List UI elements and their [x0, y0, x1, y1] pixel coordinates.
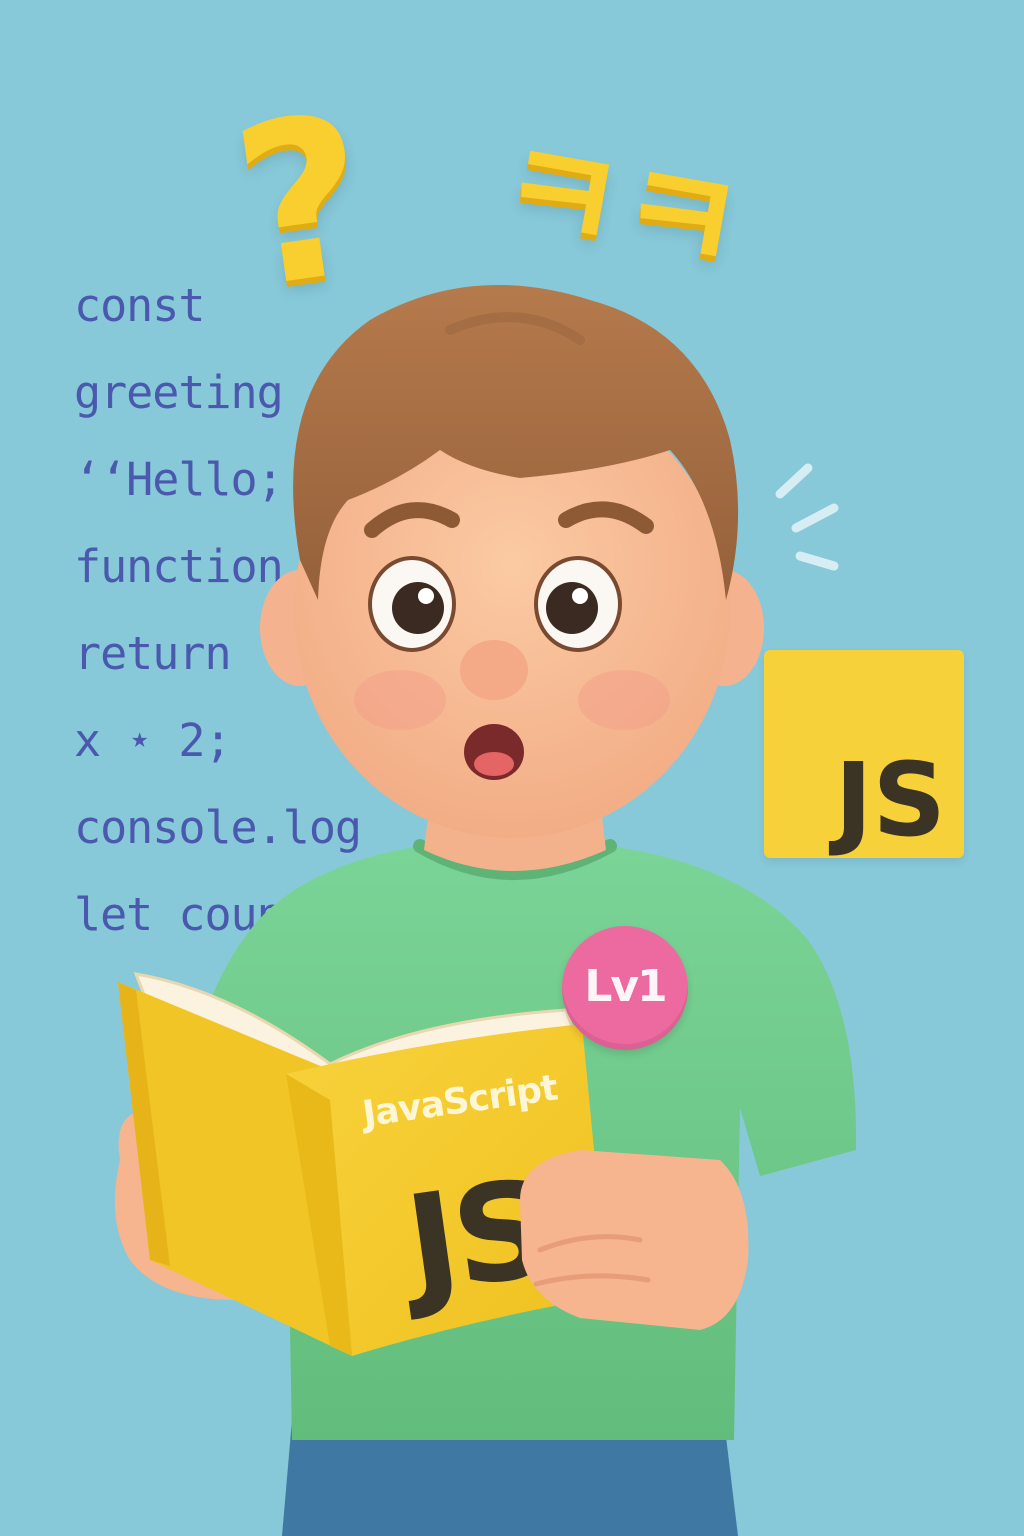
nose	[460, 640, 528, 700]
eye-left	[368, 556, 456, 652]
level-label: Lv1	[584, 960, 667, 1012]
eye-right	[534, 556, 622, 652]
book-js-logo: JS	[397, 1150, 557, 1324]
level-pin-badge: Lv1	[562, 926, 688, 1050]
surprise-lines	[775, 463, 839, 571]
